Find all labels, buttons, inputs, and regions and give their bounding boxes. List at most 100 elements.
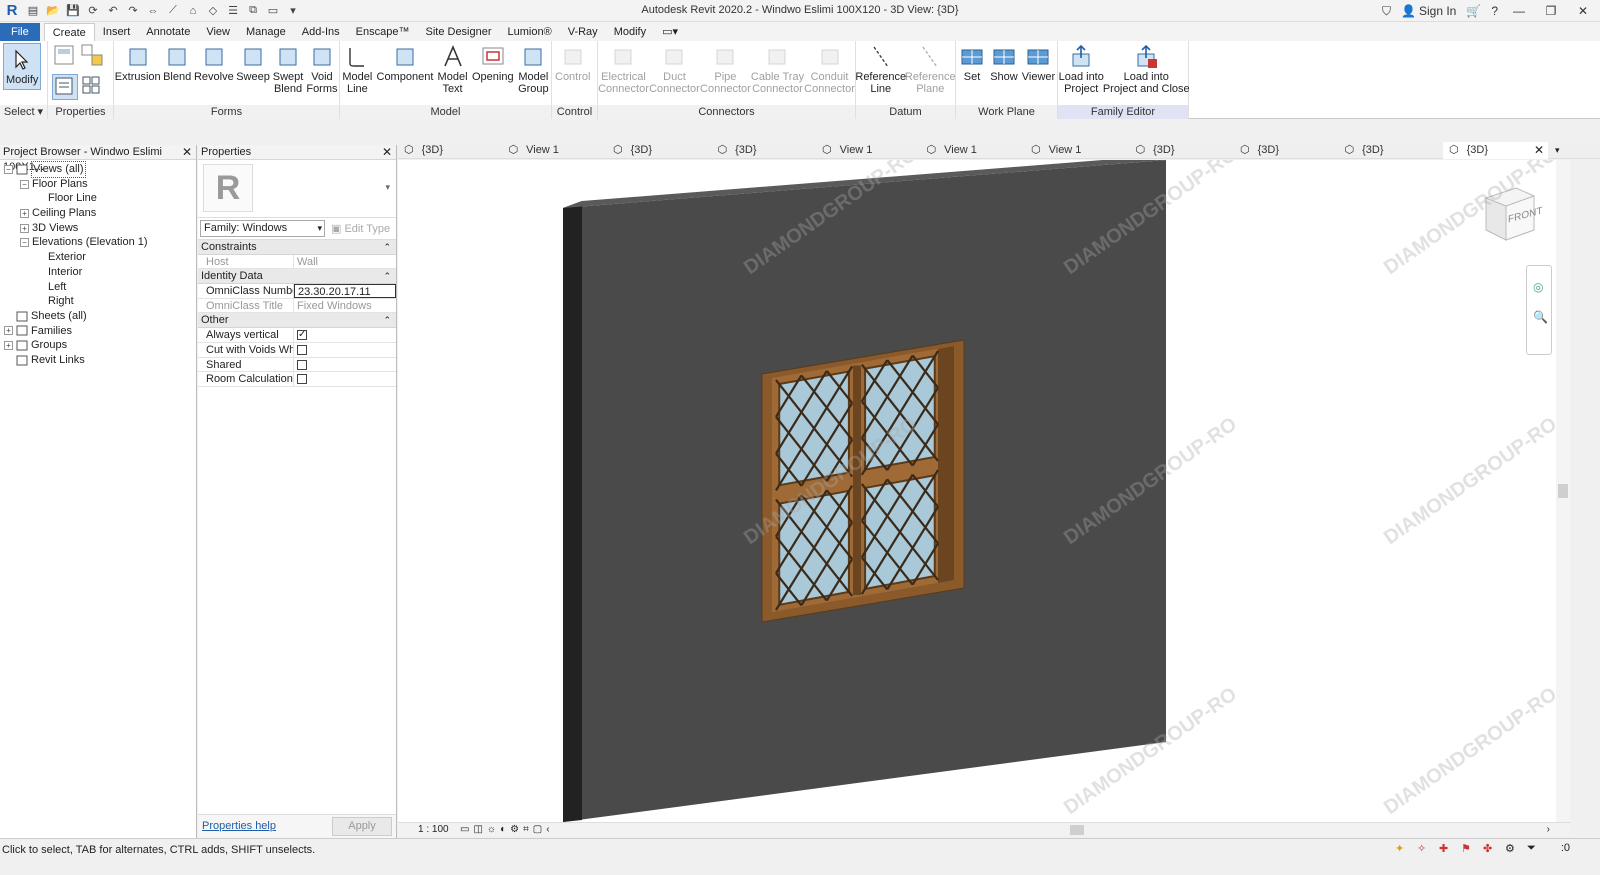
save-icon[interactable]: 💾 [65,3,81,19]
view-tab[interactable]: ⬡ {3D} [1234,142,1339,159]
expand-icon[interactable]: + [4,326,13,336]
chevron-down-icon[interactable]: ▾ [385,182,390,193]
view-tab[interactable]: ⬡ {3D} [1339,142,1444,159]
shadows-icon[interactable]: ◐ [500,824,506,835]
modify-button[interactable]: Modify [3,43,42,90]
tab-insert[interactable]: Insert [95,23,139,41]
tab-modify[interactable]: Modify [606,23,654,41]
tree-item-exterior[interactable]: Exterior [0,250,196,265]
type-properties-icon[interactable] [80,74,106,100]
load-into-project-and-close-button[interactable]: Load into Project and Close [1103,43,1190,105]
duct-connector-button[interactable]: Duct Connector [649,43,700,105]
viewer-button[interactable]: Viewer [1020,43,1057,105]
worksets-icon[interactable]: ✦ [1395,842,1408,855]
tree-item-3d-views[interactable]: +3D Views [0,221,196,236]
crop-view-icon[interactable]: ⌗ [523,824,529,835]
tree-item-views-all[interactable]: − Views (all) [0,161,196,178]
revolve-button[interactable]: Revolve [193,43,235,105]
tree-item-right[interactable]: Right [0,294,196,309]
apply-button[interactable]: Apply [332,817,392,836]
horizontal-scrollbar-thumb[interactable] [1070,825,1084,835]
checkbox[interactable] [297,328,307,342]
view-tab[interactable]: ⬡ View 1 [921,142,1026,159]
type-selector[interactable]: R ▾ [198,160,396,218]
tree-item-families[interactable]: + Families [0,324,196,339]
control-button[interactable]: Control [552,43,593,105]
view-tab[interactable]: ⬡ {3D} [1130,142,1235,159]
prop-value[interactable] [294,372,396,386]
home-icon[interactable]: ▤ [25,3,41,19]
load-into-project-button[interactable]: Load into Project [1058,43,1104,105]
tree-item-elevations-elevation-1[interactable]: − Elevations (Elevation 1) [0,235,196,250]
select-dropdown[interactable]: Select ▾ [0,105,47,119]
tab-enscape[interactable]: Enscape™ [348,23,418,41]
view-tab[interactable]: ⬡ {3D} [1443,142,1548,159]
scroll-left-icon[interactable]: ‹ [546,824,549,835]
close-icon[interactable]: ✕ [182,145,192,160]
conduit-connector-button[interactable]: Conduit Connector [804,43,855,105]
tree-item-left[interactable]: Left [0,280,196,295]
blend-button[interactable]: Blend [161,43,192,105]
select-pinned-icon[interactable]: ⚑ [1461,842,1474,855]
vertical-scrollbar[interactable] [1556,160,1570,822]
prop-group-identity-data[interactable]: Identity Data ⌃ [198,269,396,285]
properties-help-link[interactable]: Properties help [202,820,276,832]
drawing-area[interactable]: FRONT DIAMONDGROUP-RO DIAMONDGROUP-RO DI… [398,160,1556,822]
reference-plane-button[interactable]: Reference Plane [905,43,956,105]
opening-button[interactable]: Opening [470,43,516,105]
sections-icon[interactable]: ◇ [205,3,221,19]
expand-icon[interactable]: + [4,341,13,351]
reference-line-button[interactable]: Reference Line [855,43,906,105]
close-hidden-windows-icon[interactable]: ⧉ [245,3,261,19]
checkbox[interactable] [297,359,307,370]
aligned-dimension-icon[interactable]: ⟋ [165,3,181,19]
window-family[interactable] [761,339,965,623]
render-icon[interactable]: ⚙ [510,824,519,835]
default-3d-view-icon[interactable]: ⌂ [185,3,201,19]
prop-group-other[interactable]: Other ⌃ [198,313,396,329]
expand-icon[interactable]: + [20,208,29,218]
cart-icon[interactable]: 🛒 [1466,4,1481,18]
help-icon[interactable]: ? [1491,4,1498,18]
restore-button[interactable]: ❐ [1540,4,1562,18]
collapse-group-icon[interactable]: ⌃ [383,269,391,284]
family-filter-dropdown[interactable]: Family: Windows ▾ [200,220,325,237]
show-crop-region-icon[interactable]: ▢ [533,824,542,835]
scroll-right-icon[interactable]: › [1547,824,1550,835]
sweep-button[interactable]: Sweep [235,43,271,105]
select-by-face-icon[interactable]: ✤ [1483,842,1496,855]
minimize-button[interactable]: — [1508,4,1530,18]
open-icon[interactable]: 📂 [45,3,61,19]
tab-file[interactable]: File [0,23,40,41]
sync-icon[interactable]: ⟳ [85,3,101,19]
tree-item-groups[interactable]: + Groups [0,338,196,353]
switch-windows-icon[interactable]: ▭ [265,3,281,19]
navigation-bar[interactable]: ◎ 🔍 [1526,265,1552,355]
view-tab[interactable]: ⬡ {3D} [607,142,712,159]
view-tab[interactable]: ⬡ {3D} [398,142,503,159]
tree-item-ceiling-plans[interactable]: + Ceiling Plans [0,206,196,221]
scrollbar-thumb[interactable] [1558,484,1568,498]
tab-annotate[interactable]: Annotate [138,23,198,41]
tab-site-designer[interactable]: Site Designer [417,23,499,41]
tab-create[interactable]: Create [43,23,95,41]
view-tab[interactable]: ⬡ View 1 [1025,142,1130,159]
steering-wheel-icon[interactable]: ◎ [1533,280,1543,294]
prop-value[interactable]: 23.30.20.17.11 [294,284,396,298]
binoculars-icon[interactable]: ⛉ [1382,4,1391,19]
prop-group-constraints[interactable]: Constraints ⌃ [198,240,396,255]
checkbox[interactable] [297,374,307,385]
tree-item-revit-links[interactable]: Revit Links [0,353,196,368]
prop-value[interactable] [294,343,396,357]
tab-view[interactable]: View [198,23,238,41]
swept-blend-button[interactable]: Swept Blend [271,43,305,105]
component-button[interactable]: Component [375,43,435,105]
collapse-group-icon[interactable]: ⌃ [383,313,391,328]
set-button[interactable]: Set [956,43,988,105]
collapse-icon[interactable]: − [20,179,29,189]
undo-icon[interactable]: ↶ [105,3,121,19]
view-tab[interactable]: ⬡ View 1 [503,142,608,159]
tree-item-sheets-all[interactable]: Sheets (all) [0,309,196,324]
redo-icon[interactable]: ↷ [125,3,141,19]
model-group-button[interactable]: Model Group [516,43,551,105]
